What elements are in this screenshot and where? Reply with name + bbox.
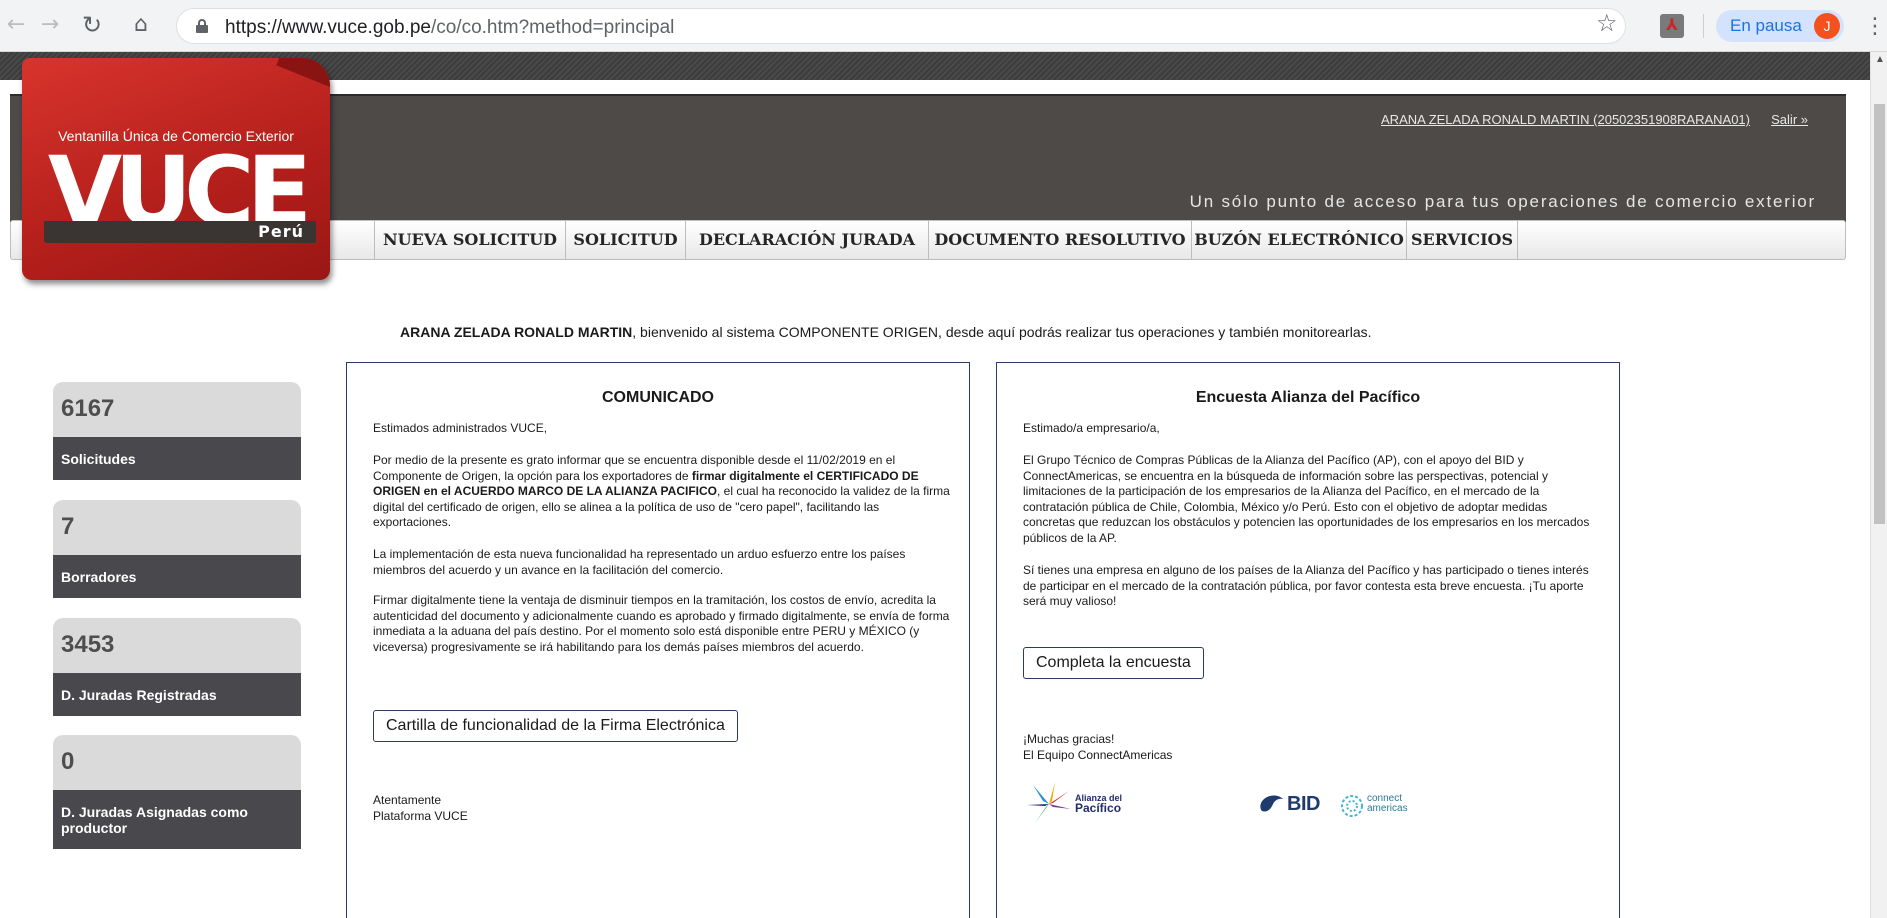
stat-label: Borradores: [53, 555, 301, 598]
toolbar-separator: [1703, 14, 1704, 38]
menu-item-solicitud[interactable]: SOLICITUD: [566, 221, 686, 259]
pdf-extension-icon[interactable]: ⅄: [1660, 14, 1684, 38]
stat-value: 3453: [53, 618, 301, 673]
alianza-pacifico-icon: [1027, 782, 1071, 823]
encuesta-paragraph-2: Sí tienes una empresa en alguno de los p…: [1023, 563, 1589, 609]
logout-link[interactable]: Salir »: [1771, 112, 1808, 127]
menu-item-servicios[interactable]: SERVICIOS: [1407, 221, 1518, 259]
page-scrollbar[interactable]: ▲: [1870, 52, 1887, 918]
url-text[interactable]: https://www.vuce.gob.pe/co/co.htm?method…: [225, 17, 674, 39]
vuce-logo[interactable]: Ventanilla Única de Comercio Exterior VU…: [22, 58, 330, 280]
encuesta-title: Encuesta Alianza del Pacífico: [1195, 389, 1421, 406]
stat-value: 6167: [53, 382, 301, 437]
reload-icon[interactable]: ↻: [78, 11, 106, 39]
welcome-user-name: ARANA ZELADA RONALD MARTIN: [400, 324, 633, 340]
bid-connectamericas-logo: BID connect americas: [1259, 791, 1419, 821]
comunicado-panel: COMUNICADO Estimados administrados VUCE,…: [346, 362, 970, 918]
scrollbar-thumb[interactable]: [1874, 104, 1885, 524]
connectamericas-icon: [1341, 795, 1363, 817]
url-path: /co/co.htm?method=principal: [430, 17, 675, 38]
alianza-pacifico-logo: Alianza del Pacífico: [1025, 779, 1135, 829]
bid-text: BID: [1287, 793, 1320, 815]
comunicado-paragraph-3: Firmar digitalmente tiene la ventaja de …: [373, 593, 950, 654]
encuesta-paragraph-1: El Grupo Técnico de Compras Públicas de …: [1023, 453, 1590, 545]
comunicado-paragraph-1: Por medio de la presente es grato inform…: [373, 453, 951, 531]
home-icon[interactable]: ⌂: [127, 11, 155, 39]
encuesta-greeting: Estimado/a empresario/a,: [1023, 421, 1160, 435]
browser-toolbar: ← → ↻ ⌂ https://www.vuce.gob.pe/co/co.ht…: [0, 0, 1887, 52]
star-icon[interactable]: ☆: [1596, 9, 1618, 37]
profile-paused-chip[interactable]: En pausa J: [1716, 10, 1844, 42]
menu-item-documento-resolutivo[interactable]: DOCUMENTO RESOLUTIVO: [929, 221, 1192, 259]
logo-country: Perú: [258, 222, 304, 241]
menu-item-nueva-solicitud[interactable]: NUEVA SOLICITUD: [374, 221, 566, 259]
page-viewport: ARANA ZELADA RONALD MARTIN (20502351908R…: [0, 52, 1870, 918]
stat-card-djuradas-registradas[interactable]: 3453 D. Juradas Registradas: [53, 618, 301, 716]
comunicado-signoff: Atentamente: [373, 793, 442, 807]
scroll-up-icon[interactable]: ▲: [1875, 54, 1885, 65]
stat-value: 7: [53, 500, 301, 555]
connectamericas-text: connect americas: [1367, 794, 1408, 814]
alianza-text: Alianza del Pacífico: [1075, 793, 1122, 814]
lock-icon[interactable]: [196, 19, 208, 33]
encuesta-panel: Encuesta Alianza del Pacífico Estimado/a…: [996, 362, 1620, 918]
logo-fold: [276, 58, 330, 92]
profile-avatar[interactable]: J: [1814, 13, 1840, 39]
menu-icon[interactable]: ⋮: [1864, 12, 1886, 40]
menu-item-declaracion-jurada[interactable]: DECLARACIÓN JURADA: [686, 221, 929, 259]
welcome-message: ARANA ZELADA RONALD MARTIN, bienvenido a…: [400, 324, 1372, 340]
stat-value: 0: [53, 735, 301, 790]
comunicado-title: COMUNICADO: [602, 389, 714, 406]
stat-label: D. Juradas Registradas: [53, 673, 301, 716]
comunicado-paragraph-2: La implementación de esta nueva funciona…: [373, 547, 906, 577]
comunicado-signature: Plataforma VUCE: [373, 809, 468, 823]
stat-label: D. Juradas Asignadas como productor: [53, 790, 301, 849]
logo-country-bar: Perú: [44, 221, 316, 243]
url-host: https://www.vuce.gob.pe: [225, 17, 431, 38]
welcome-text: , bienvenido al sistema COMPONENTE ORIGE…: [632, 324, 1372, 340]
encuesta-team: El Equipo ConnectAmericas: [1023, 748, 1173, 762]
alianza-big-text: Pacífico: [1075, 801, 1122, 815]
paused-label: En pausa: [1730, 16, 1802, 35]
menu-item-buzon-electronico[interactable]: BUZÓN ELECTRÓNICO: [1192, 221, 1407, 259]
back-icon[interactable]: ←: [2, 11, 30, 39]
forward-icon[interactable]: →: [36, 11, 64, 39]
completa-encuesta-button[interactable]: Completa la encuesta: [1023, 647, 1204, 679]
firma-electronica-guide-button[interactable]: Cartilla de funcionalidad de la Firma El…: [373, 710, 738, 742]
connect-text-2: americas: [1367, 803, 1408, 814]
address-bar[interactable]: https://www.vuce.gob.pe/co/co.htm?method…: [176, 8, 1626, 44]
comunicado-greeting: Estimados administrados VUCE,: [373, 421, 548, 435]
stat-card-borradores[interactable]: 7 Borradores: [53, 500, 301, 598]
header-tagline: Un sólo punto de acceso para tus operaci…: [1189, 192, 1816, 211]
stat-label: Solicitudes: [53, 437, 301, 480]
stat-card-solicitudes[interactable]: 6167 Solicitudes: [53, 382, 301, 480]
encuesta-thanks: ¡Muchas gracias!: [1023, 732, 1115, 746]
bid-icon: [1260, 795, 1283, 812]
stat-card-djuradas-asignadas[interactable]: 0 D. Juradas Asignadas como productor: [53, 735, 301, 849]
user-account-link[interactable]: ARANA ZELADA RONALD MARTIN (20502351908R…: [1381, 112, 1750, 127]
